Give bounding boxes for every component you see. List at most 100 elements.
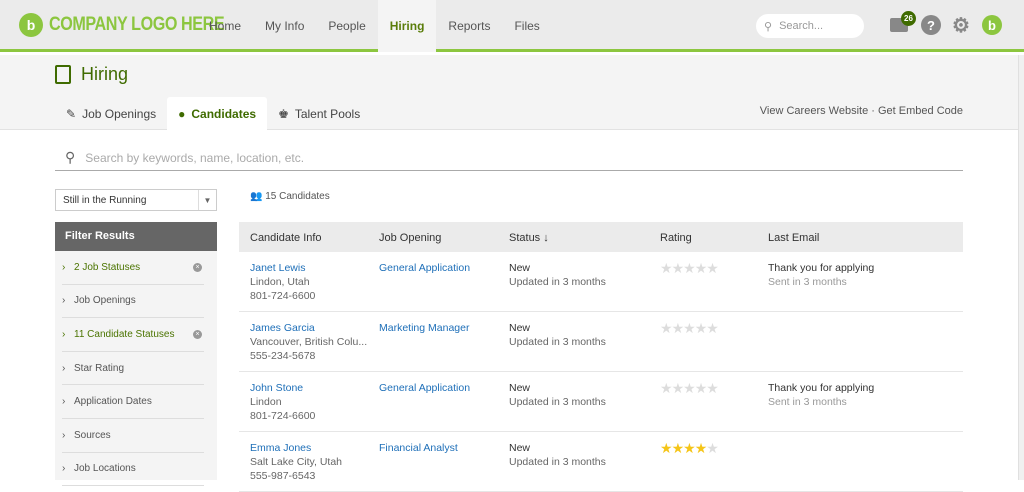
global-search-input[interactable]: ⚲ Search...: [756, 14, 864, 38]
search-icon: ⚲: [764, 20, 773, 33]
star-icon[interactable]: ★: [683, 260, 696, 276]
candidate-phone: 801-724-6600: [250, 290, 316, 302]
candidate-location: Salt Lake City, Utah: [250, 456, 343, 468]
star-icon[interactable]: ★: [672, 320, 685, 336]
chevron-right-icon: ›: [62, 463, 66, 475]
filter-item[interactable]: › Job Locations: [62, 453, 204, 487]
inbox-badge: 26: [901, 11, 916, 26]
candidate-info: Janet Lewis Lindon, Utah 801-724-6600: [250, 261, 315, 303]
status: New: [509, 262, 531, 274]
nav-reports[interactable]: Reports: [436, 0, 502, 52]
candidate-search-input[interactable]: ⚲ Search by keywords, name, location, et…: [55, 145, 963, 171]
star-icon[interactable]: ★: [660, 380, 673, 396]
nav-home[interactable]: Home: [197, 0, 253, 52]
star-icon[interactable]: ★: [706, 380, 719, 396]
filter-item[interactable]: › Star Rating: [62, 352, 204, 386]
last-email: Thank you for applying Sent in 3 months: [768, 261, 874, 289]
candidate-name-link[interactable]: Janet Lewis: [250, 261, 315, 275]
filter-item[interactable]: › Application Dates: [62, 385, 204, 419]
table-row[interactable]: John Stone Lindon 801-724-6600 General Appl…: [239, 372, 963, 432]
candidate-phone: 555-987-6543: [250, 470, 316, 482]
column-header[interactable]: Candidate Info: [250, 232, 322, 244]
star-icon[interactable]: ★: [672, 260, 685, 276]
star-icon[interactable]: ★: [683, 320, 696, 336]
view-careers-link[interactable]: View Careers Website: [760, 105, 868, 117]
star-icon[interactable]: ★: [706, 320, 719, 336]
chevron-right-icon: ›: [62, 261, 66, 273]
star-rating[interactable]: ★★★★★: [660, 380, 719, 397]
scrollbar[interactable]: [1018, 55, 1024, 480]
candidate-name-link[interactable]: Emma Jones: [250, 441, 342, 455]
filter-item[interactable]: › 2 Job Statuses ×: [62, 251, 204, 285]
table-row[interactable]: Emma Jones Salt Lake City, Utah 555-987-65…: [239, 432, 963, 492]
clear-filter-icon[interactable]: ×: [193, 262, 202, 272]
star-icon[interactable]: ★: [660, 440, 673, 456]
candidate-name-link[interactable]: James Garcia: [250, 321, 367, 335]
star-icon[interactable]: ★: [706, 440, 719, 456]
status: New: [509, 322, 531, 334]
star-icon[interactable]: ★: [660, 260, 673, 276]
star-rating[interactable]: ★★★★★: [660, 320, 719, 337]
table-row[interactable]: Janet Lewis Lindon, Utah 801-724-6600 Gener…: [239, 252, 963, 312]
filter-label: Job Locations: [74, 463, 136, 475]
star-icon[interactable]: ★: [683, 440, 696, 456]
star-icon[interactable]: ★: [695, 440, 708, 456]
filter-item[interactable]: › Sources: [62, 419, 204, 453]
filter-item[interactable]: › 11 Candidate Statuses ×: [62, 318, 204, 352]
job-openings-icon: ✎: [66, 107, 77, 121]
star-icon[interactable]: ★: [672, 380, 685, 396]
avatar[interactable]: b: [982, 15, 1002, 35]
candidate-status-select[interactable]: Still in the Running ▼: [55, 189, 217, 211]
star-icon[interactable]: ★: [660, 320, 673, 336]
star-rating[interactable]: ★★★★★: [660, 440, 719, 457]
nav-hiring[interactable]: Hiring: [377, 0, 437, 52]
column-header[interactable]: Last Email: [768, 232, 819, 244]
tab-talent-pools[interactable]: ♚ Talent Pools: [267, 97, 371, 131]
candidate-location: Lindon, Utah: [250, 276, 310, 288]
filter-item[interactable]: › Job Openings: [62, 285, 204, 319]
email-subject: Thank you for applying: [768, 382, 875, 394]
nav-people[interactable]: People: [316, 0, 377, 52]
table-header: Candidate Info Job Opening Status ↓ Rating L…: [239, 222, 963, 252]
job-opening-link[interactable]: Financial Analyst: [379, 441, 458, 455]
tab-label: Job Openings: [82, 107, 157, 121]
chevron-right-icon: ›: [62, 295, 66, 307]
candidate-phone: 801-724-6600: [250, 410, 316, 422]
candidate-name-link[interactable]: John Stone: [250, 381, 315, 395]
last-email: Thank you for applying Sent in 3 months: [768, 381, 874, 409]
star-icon[interactable]: ★: [695, 320, 708, 336]
gear-icon[interactable]: ⚙: [951, 15, 971, 37]
chevron-right-icon: ›: [62, 328, 66, 340]
page-title: Hiring: [81, 64, 129, 84]
job-opening: General Application: [379, 261, 470, 275]
star-rating[interactable]: ★★★★★: [660, 260, 719, 277]
tab-job-openings[interactable]: ✎ Job Openings: [55, 97, 167, 131]
status-cell: New Updated in 3 months: [509, 441, 606, 469]
candidate-location: Lindon: [250, 396, 282, 408]
star-icon[interactable]: ★: [683, 380, 696, 396]
job-opening-link[interactable]: Marketing Manager: [379, 321, 469, 335]
tab-candidates[interactable]: ● Candidates: [167, 97, 268, 131]
count-text: 15 Candidates: [265, 191, 330, 202]
status-updated: Updated in 3 months: [509, 276, 606, 288]
table-row[interactable]: James Garcia Vancouver, British Colu... 55…: [239, 312, 963, 372]
nav-my-info[interactable]: My Info: [253, 0, 316, 52]
job-opening-link[interactable]: General Application: [379, 261, 470, 275]
clear-filter-icon[interactable]: ×: [193, 329, 202, 339]
star-icon[interactable]: ★: [695, 260, 708, 276]
get-embed-code-link[interactable]: Get Embed Code: [878, 105, 963, 117]
nav-files[interactable]: Files: [502, 0, 551, 52]
star-icon[interactable]: ★: [706, 260, 719, 276]
star-icon[interactable]: ★: [695, 380, 708, 396]
column-header[interactable]: Status ↓: [509, 232, 549, 244]
star-icon[interactable]: ★: [672, 440, 685, 456]
help-icon[interactable]: ?: [921, 15, 941, 35]
status-updated: Updated in 3 months: [509, 336, 606, 348]
talent-pools-icon: ♚: [278, 107, 289, 121]
column-header[interactable]: Job Opening: [379, 232, 441, 244]
top-nav: b COMPANY LOGO HERE Home My Info People Hir…: [0, 0, 1024, 52]
candidate-count: 👥 15 Candidates: [250, 191, 330, 202]
job-opening-link[interactable]: General Application: [379, 381, 470, 395]
page-header: Hiring ✎ Job Openings ● Candidates ♚ Talent P…: [0, 55, 1024, 131]
column-header[interactable]: Rating: [660, 232, 692, 244]
